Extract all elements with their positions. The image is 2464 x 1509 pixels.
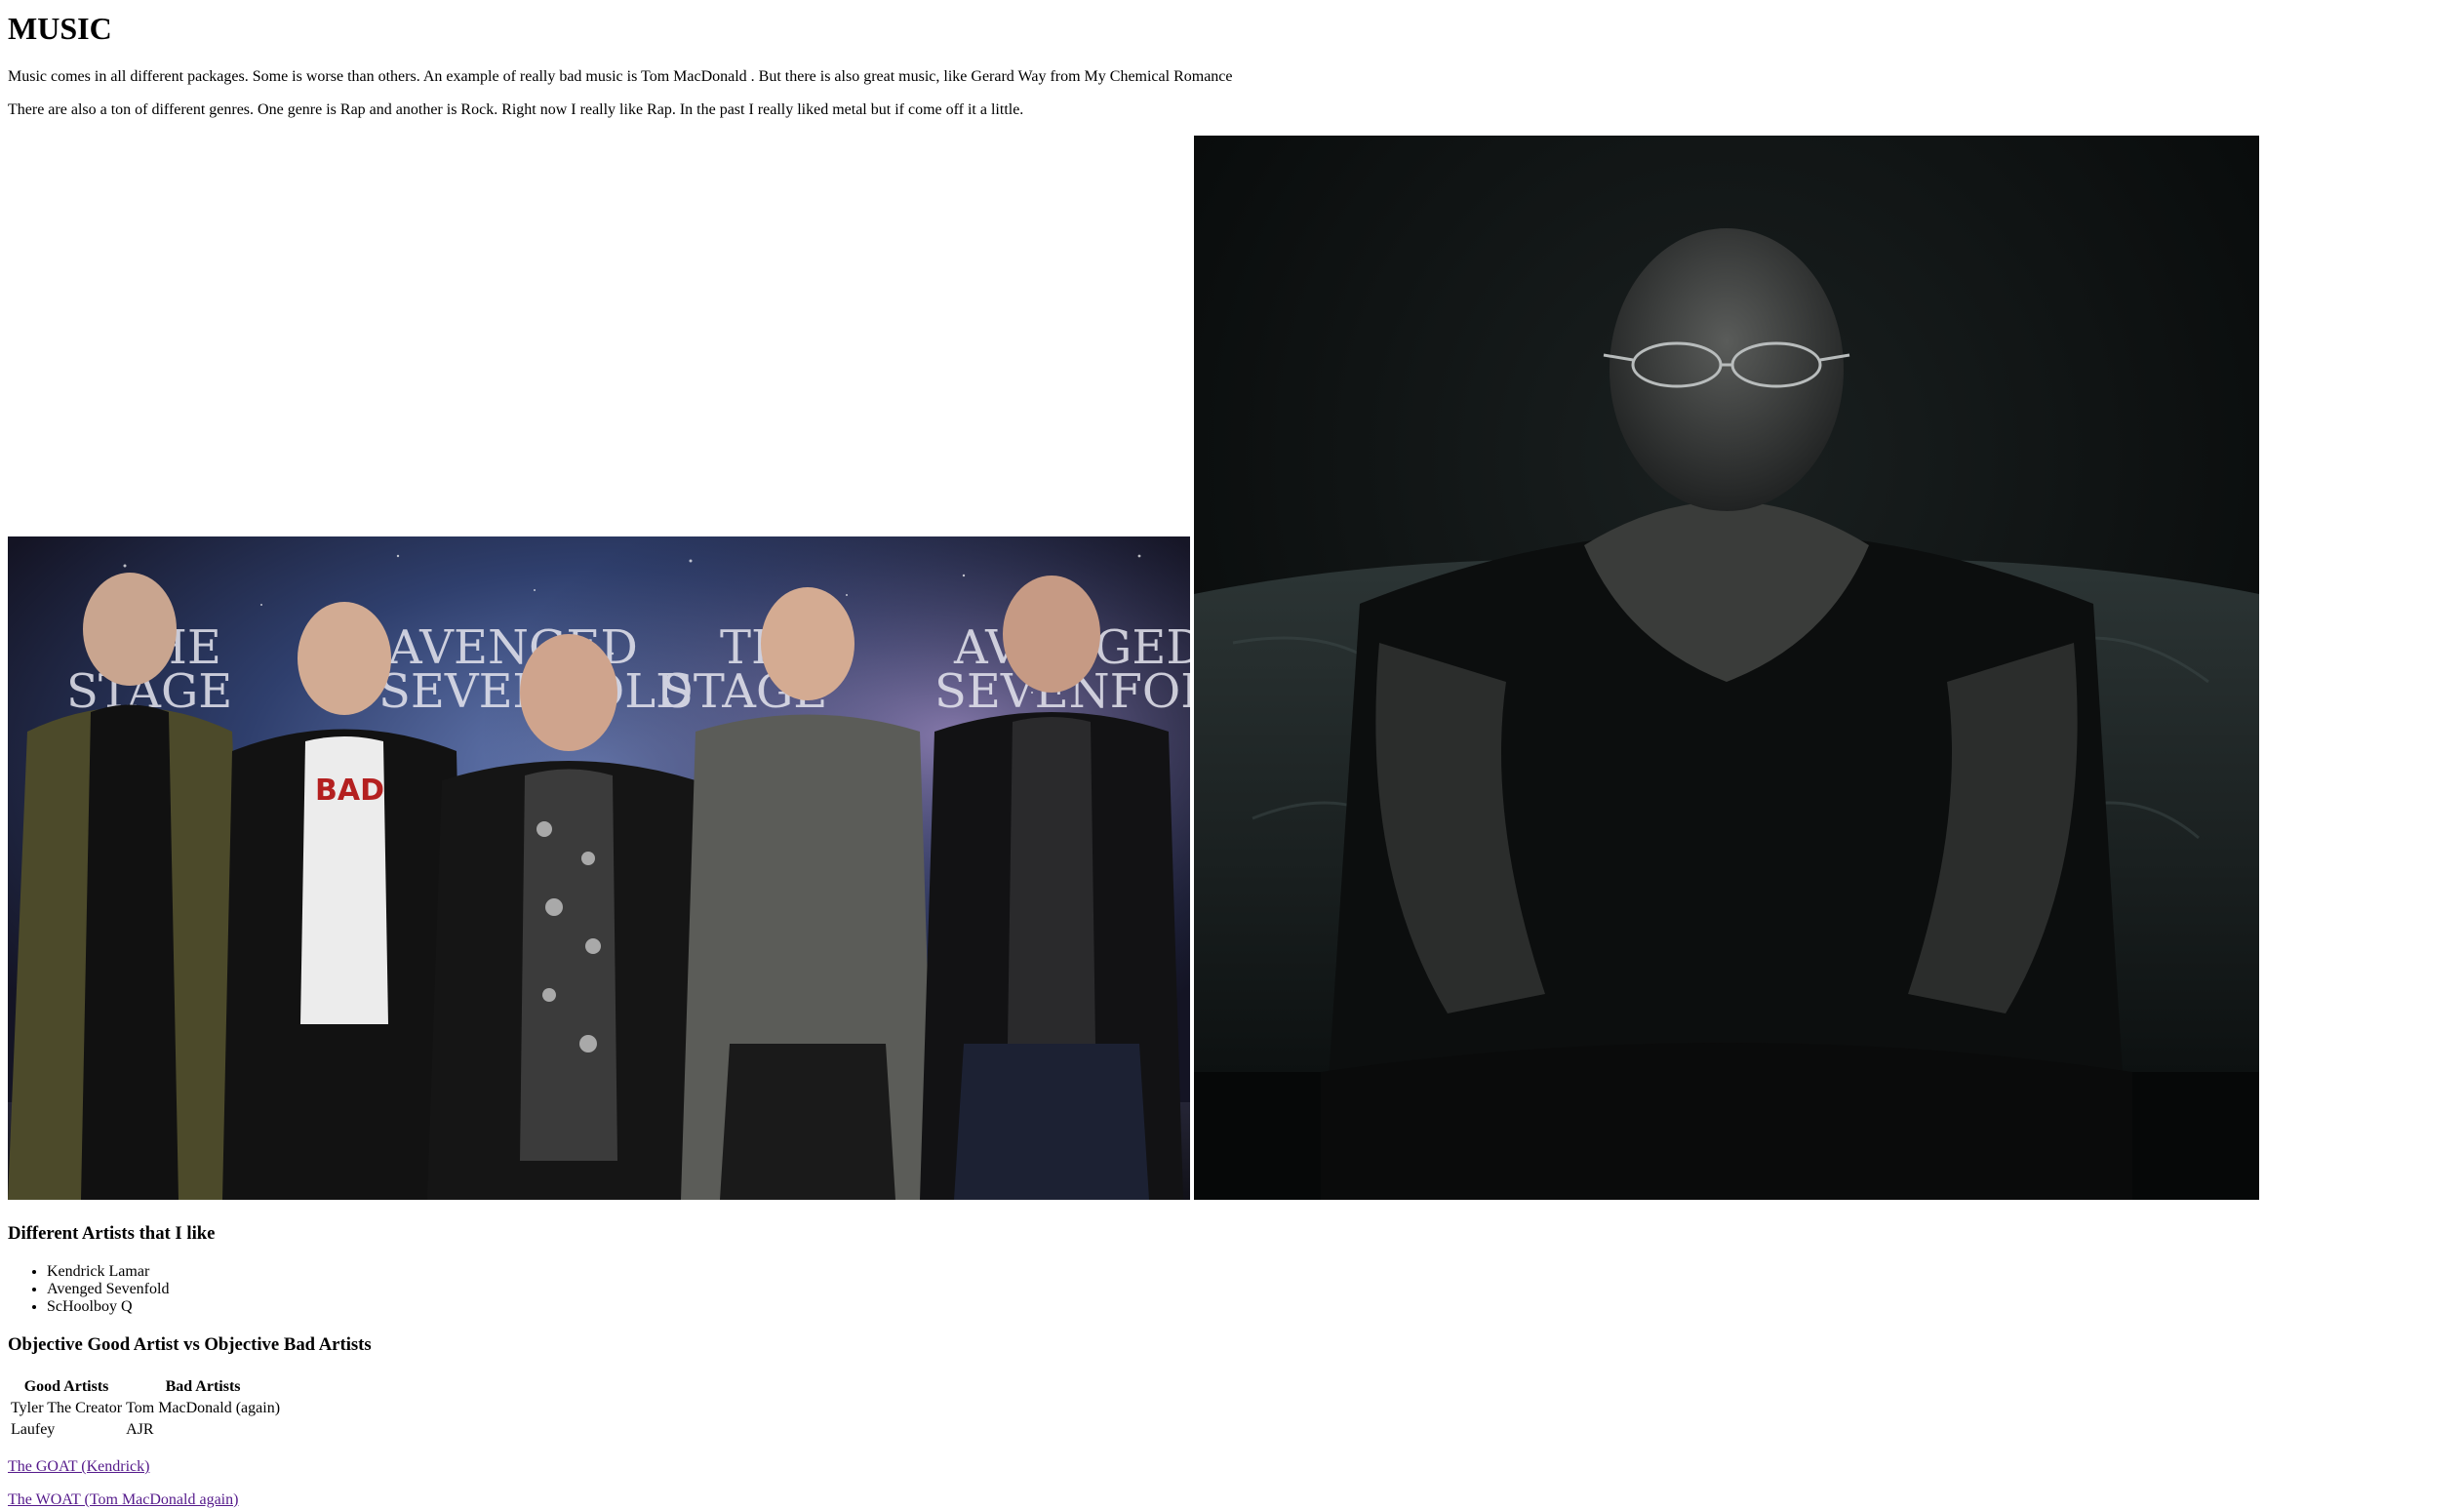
artists-comparison-table: Good Artists Bad Artists Tyler The Creat… xyxy=(8,1375,283,1442)
intro-paragraph: Music comes in all different packages. S… xyxy=(8,68,1233,85)
table-header-row: Good Artists Bad Artists xyxy=(10,1377,281,1397)
svg-text:BAD: BAD xyxy=(315,774,384,808)
genres-paragraph: There are also a ton of different genres… xyxy=(8,101,1024,118)
portrait-photo-image xyxy=(1194,136,2259,1200)
table-row: Tyler The Creator Tom MacDonald (again) xyxy=(10,1399,281,1418)
table-cell: Tyler The Creator xyxy=(11,1400,123,1416)
comparison-heading: Objective Good Artist vs Objective Bad A… xyxy=(8,1334,372,1355)
page-title: MUSIC xyxy=(8,11,112,46)
artists-list: Kendrick Lamar Avenged Sevenfold ScHoolb… xyxy=(8,1263,169,1316)
list-item: ScHoolboy Q xyxy=(47,1298,169,1316)
table-cell: Tom MacDonald (again) xyxy=(126,1400,281,1416)
list-item: Avenged Sevenfold xyxy=(47,1281,169,1298)
artists-heading: Different Artists that I like xyxy=(8,1223,216,1244)
table-cell: Laufey xyxy=(11,1421,56,1438)
goat-link[interactable]: The GOAT (Kendrick) xyxy=(8,1457,149,1476)
woat-link[interactable]: The WOAT (Tom MacDonald again) xyxy=(8,1490,238,1509)
table-cell: AJR xyxy=(126,1421,154,1438)
column-header-bad: Bad Artists xyxy=(165,1378,241,1395)
band-photo-image: THE STAGE AVENGED SEVENFOLD THE STAGE AV… xyxy=(8,536,1190,1200)
table-row: Laufey AJR xyxy=(10,1420,281,1440)
page: MUSIC Music comes in all different packa… xyxy=(8,0,2456,1508)
list-item: Kendrick Lamar xyxy=(47,1263,169,1281)
column-header-good: Good Artists xyxy=(23,1378,109,1395)
